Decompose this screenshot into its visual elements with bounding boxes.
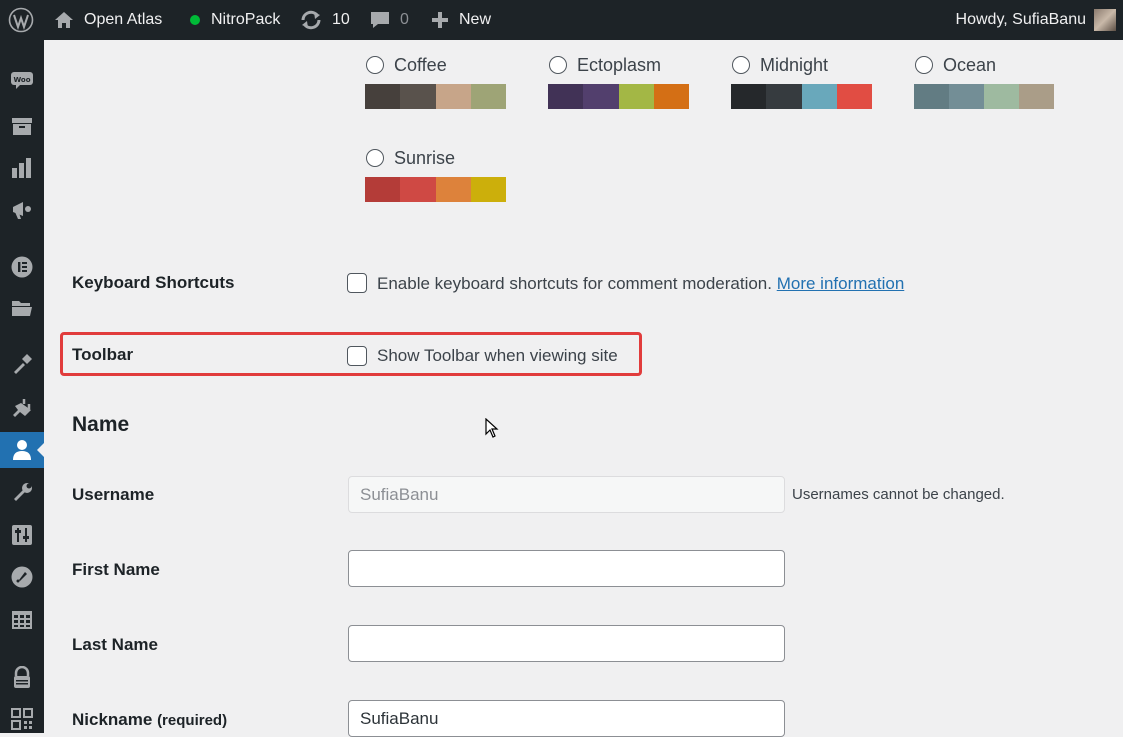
color-swatch [470,177,506,202]
table-icon[interactable] [0,602,44,638]
archive-icon[interactable] [0,108,44,144]
qr-icon[interactable] [0,701,44,737]
analytics-icon[interactable] [0,150,44,186]
users-icon[interactable] [0,432,44,468]
color-scheme-ocean[interactable]: Ocean [914,54,1054,109]
nickname-label-text: Nickname [72,710,153,729]
updates-menu[interactable]: 10 [299,0,350,40]
color-palette [365,177,506,202]
admin-bar: Open Atlas NitroPack 10 0 New Howdy, Suf… [0,0,1123,40]
color-scheme-radio[interactable] [366,56,384,74]
color-scheme-name: Ocean [943,54,997,75]
username-field [348,476,785,513]
color-scheme-radio[interactable] [915,56,933,74]
rocket-icon[interactable] [0,559,44,595]
toolbar-label: Toolbar [72,345,134,364]
color-scheme-sunrise[interactable]: Sunrise [365,147,506,202]
site-name-menu[interactable]: Open Atlas [54,0,162,40]
more-information-link[interactable]: More information [777,274,905,293]
color-scheme-name: Sunrise [394,147,456,168]
first-name-label: First Name [72,560,160,579]
avatar[interactable] [1094,9,1116,31]
nickname-required-text: (required) [157,712,228,729]
templates-icon[interactable] [0,290,44,326]
new-label: New [459,11,492,28]
appearance-icon[interactable] [0,346,44,382]
color-swatch [435,84,471,109]
tools-icon[interactable] [0,475,44,511]
last-name-label: Last Name [72,635,158,654]
first-name-field[interactable] [348,550,785,587]
color-palette [731,84,872,109]
woocommerce-icon[interactable]: Woo [0,62,44,98]
color-swatch [435,177,471,202]
color-swatch [1019,84,1054,109]
keyboard-shortcuts-text: Enable keyboard shortcuts for comment mo… [377,274,772,293]
elementor-icon[interactable] [0,249,44,285]
color-scheme-midnight[interactable]: Midnight [731,54,872,109]
color-swatch [801,84,837,109]
status-dot-icon [190,15,200,25]
name-section-title: Name [72,413,130,436]
updates-count: 10 [332,11,350,28]
new-content-menu[interactable]: New [431,0,491,40]
color-swatch [470,84,506,109]
site-name: Open Atlas [84,11,163,28]
color-swatch [548,84,584,109]
color-scheme-radio[interactable] [549,56,567,74]
color-swatch [653,84,689,109]
color-palette [548,84,689,109]
comments-menu[interactable]: 0 [369,0,409,40]
color-swatch [731,84,767,109]
comment-icon [369,10,391,30]
color-swatch [618,84,654,109]
nickname-field[interactable] [348,700,785,737]
username-description: Usernames cannot be changed. [792,486,1005,503]
color-scheme-radio[interactable] [732,56,750,74]
mouse-cursor-icon [485,417,499,443]
wordpress-logo-icon[interactable] [8,0,34,40]
nitropack-label: NitroPack [211,11,281,28]
show-toolbar-checkbox[interactable] [347,346,367,366]
color-swatch [949,84,984,109]
keyboard-shortcuts-label: Keyboard Shortcuts [72,273,235,292]
color-scheme-name: Coffee [394,54,447,75]
security-icon[interactable] [0,660,44,696]
color-scheme-coffee[interactable]: Coffee [365,54,506,109]
show-toolbar-text[interactable]: Show Toolbar when viewing site [377,346,618,366]
my-account-menu[interactable]: Howdy, SufiaBanu [956,0,1086,40]
marketing-icon[interactable] [0,192,44,228]
nickname-label: Nickname (required) [72,710,227,730]
color-swatch [984,84,1019,109]
keyboard-shortcuts-option[interactable]: Enable keyboard shortcuts for comment mo… [377,274,904,294]
home-icon [54,11,74,29]
settings-icon[interactable] [0,517,44,553]
color-swatch [836,84,872,109]
color-swatch [914,84,949,109]
color-swatch [583,84,619,109]
username-label: Username [72,485,155,504]
howdy-text: Howdy, SufiaBanu [955,11,1086,28]
svg-text:Woo: Woo [13,76,30,84]
color-scheme-ectoplasm[interactable]: Ectoplasm [548,54,689,109]
admin-sidebar: Woo [0,40,44,733]
color-scheme-name: Ectoplasm [577,54,662,75]
color-swatch [365,177,401,202]
color-swatch [766,84,802,109]
color-palette [914,84,1054,109]
nitropack-menu[interactable]: NitroPack [190,0,280,40]
last-name-field[interactable] [348,625,785,662]
comments-count: 0 [400,11,409,28]
color-scheme-name: Midnight [760,54,829,75]
updates-icon [299,10,323,30]
plus-icon [431,11,449,29]
color-swatch [400,177,436,202]
color-palette [365,84,506,109]
color-swatch [400,84,436,109]
color-swatch [365,84,401,109]
plugins-icon[interactable] [0,390,44,426]
color-scheme-radio[interactable] [366,149,384,167]
keyboard-shortcuts-checkbox[interactable] [347,273,367,293]
